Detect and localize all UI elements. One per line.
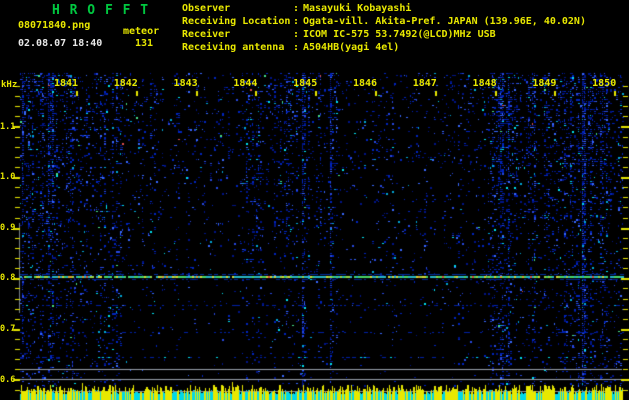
observation-mode-label: meteor [123, 26, 160, 37]
info-value: ICOM IC-575 53.7492(@LCD)MHz USB [303, 29, 496, 40]
y-axis-tick-label: 0.6 [0, 374, 16, 385]
y-axis-tick-label: 1.1 [0, 121, 16, 132]
info-value: Masayuki Kobayashi [303, 3, 412, 14]
station-info-row: Receiving antenna: A504HB(yagi 4el) [182, 41, 586, 54]
info-separator: : [293, 16, 300, 27]
x-axis-tick-label: 1846 [352, 78, 378, 89]
info-label: Receiver [182, 29, 231, 40]
info-label: Observer [182, 3, 231, 14]
x-axis-tick-label: 1841 [53, 78, 79, 89]
station-info-row: Observer: Masayuki Kobayashi [182, 2, 586, 15]
meteor-count: 131 [135, 38, 154, 49]
info-separator: : [293, 29, 300, 40]
x-axis-tick-label: 1843 [173, 78, 198, 89]
x-axis-tick-label: 1849 [532, 78, 557, 89]
info-label: Receiving antenna [182, 42, 285, 53]
info-separator: : [293, 42, 300, 53]
y-axis-tick-label: 0.9 [0, 222, 16, 233]
x-axis-tick-label: 1844 [233, 78, 258, 89]
spectrogram-canvas [0, 0, 629, 400]
y-axis-tick-label: 0.7 [0, 323, 16, 334]
x-axis-tick-label: 1842 [113, 78, 138, 89]
info-label: Receiving Location [182, 16, 291, 27]
info-separator: : [293, 3, 300, 14]
station-info-row: Receiving Location: Ogata-vill. Akita-Pre… [182, 15, 586, 28]
x-axis-tick-label: 1845 [293, 78, 318, 89]
x-axis-tick-label: 1847 [412, 78, 437, 89]
x-axis-tick-label: 1848 [472, 78, 497, 89]
app-title: H R O F F T [52, 3, 150, 18]
y-axis-unit-label: kHz [1, 80, 18, 90]
info-value: A504HB(yagi 4el) [303, 42, 400, 53]
y-axis-tick-label: 1.0 [0, 172, 16, 183]
info-value: Ogata-vill. Akita-Pref. JAPAN (139.96E, … [303, 16, 586, 27]
x-axis-tick-label: 1850 [592, 78, 617, 89]
y-axis-tick-label: 0.8 [0, 273, 16, 284]
hrofft-spectrogram-screen: H R O F F T 08071840.png meteor 02.08.07… [0, 0, 629, 400]
station-info: Observer: Masayuki Kobayashi Receiving Loc… [182, 2, 586, 54]
capture-datetime: 02.08.07 18:40 [18, 38, 103, 49]
capture-filename: 08071840.png [18, 20, 91, 31]
station-info-row: Receiver: ICOM IC-575 53.7492(@LCD)MHz US… [182, 28, 586, 41]
